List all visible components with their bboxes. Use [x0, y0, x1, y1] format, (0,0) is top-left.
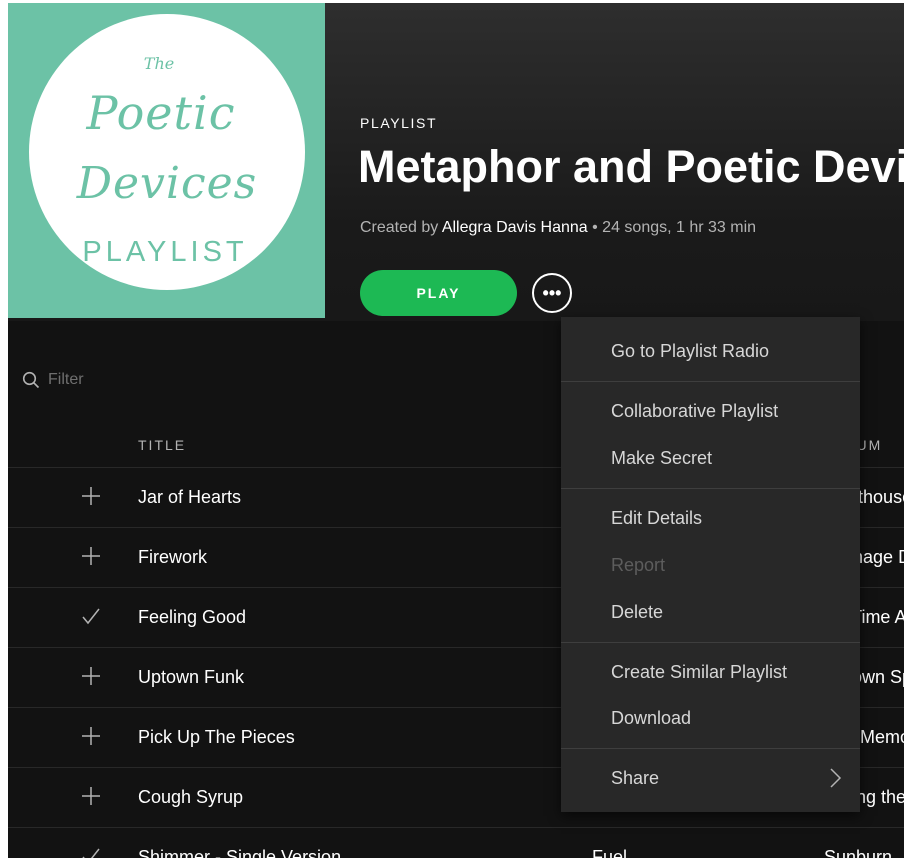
column-header-title[interactable]: TITLE: [138, 437, 186, 453]
add-to-library-icon[interactable]: [80, 665, 102, 687]
playlist-type-label: PLAYLIST: [360, 115, 438, 131]
track-title: Pick Up The Pieces: [138, 727, 295, 747]
menu-item-share[interactable]: Share: [611, 768, 659, 789]
menu-separator: [561, 488, 860, 489]
creator-link[interactable]: Allegra Davis Hanna: [442, 219, 588, 236]
track-album[interactable]: Sunburn: [824, 847, 892, 858]
track-title: Cough Syrup: [138, 787, 244, 807]
add-to-library-icon[interactable]: [80, 785, 102, 807]
menu-item-collaborative-playlist[interactable]: Collaborative Playlist: [611, 401, 778, 422]
menu-item-download[interactable]: Download: [611, 708, 691, 729]
menu-separator: [561, 642, 860, 643]
context-menu: Go to Playlist Radio Collaborative Playli…: [561, 317, 860, 812]
more-icon: •••: [542, 283, 562, 303]
menu-item-delete[interactable]: Delete: [611, 602, 663, 623]
menu-item-report: Report: [611, 555, 666, 575]
cover-text-playlist: PLAYLIST: [82, 236, 248, 268]
track-title: Firework: [138, 547, 208, 567]
cover-text-devices: Devices: [76, 158, 258, 209]
track-title: Jar of Hearts: [138, 487, 242, 507]
created-by-label: Created by: [360, 219, 439, 236]
menu-separator: [561, 381, 860, 382]
cover-circle: The Poetic Devices PLAYLIST: [29, 14, 305, 290]
saved-check-icon[interactable]: [80, 605, 102, 627]
track-artist[interactable]: Fuel: [592, 847, 627, 858]
menu-item-make-secret[interactable]: Make Secret: [611, 448, 712, 469]
search-icon: [22, 371, 40, 389]
add-to-library-icon[interactable]: [80, 545, 102, 567]
playlist-cover-art[interactable]: The Poetic Devices PLAYLIST: [8, 3, 325, 318]
spotify-window: The Poetic Devices PLAYLIST PLAYLIST Met…: [8, 3, 904, 858]
play-button[interactable]: PLAY: [360, 270, 517, 316]
track-title: Shimmer - Single Version: [138, 847, 342, 858]
menu-item-edit-details[interactable]: Edit Details: [611, 508, 702, 529]
playlist-meta: Created by Allegra Davis Hanna • 24 song…: [360, 219, 756, 237]
menu-item-create-similar-playlist[interactable]: Create Similar Playlist: [611, 662, 787, 683]
cover-text-poetic: Poetic: [86, 86, 236, 140]
filter-bar: [22, 371, 248, 389]
filter-input[interactable]: [48, 371, 248, 389]
chevron-right-icon: [830, 768, 842, 788]
track-title: Uptown Funk: [138, 667, 245, 687]
menu-item-go-to-playlist-radio[interactable]: Go to Playlist Radio: [611, 341, 769, 362]
track-title: Feeling Good: [138, 607, 247, 627]
table-row[interactable]: Shimmer - Single Version Fuel Sunburn: [8, 828, 904, 858]
add-to-library-icon[interactable]: [80, 725, 102, 747]
playlist-title: Metaphor and Poetic Devices: [358, 141, 904, 192]
playlist-stats: • 24 songs, 1 hr 33 min: [587, 219, 757, 236]
more-options-button[interactable]: •••: [532, 273, 572, 313]
menu-separator: [561, 748, 860, 749]
saved-check-icon[interactable]: [80, 845, 102, 858]
add-to-library-icon[interactable]: [80, 485, 102, 507]
cover-text-the: The: [143, 54, 175, 73]
